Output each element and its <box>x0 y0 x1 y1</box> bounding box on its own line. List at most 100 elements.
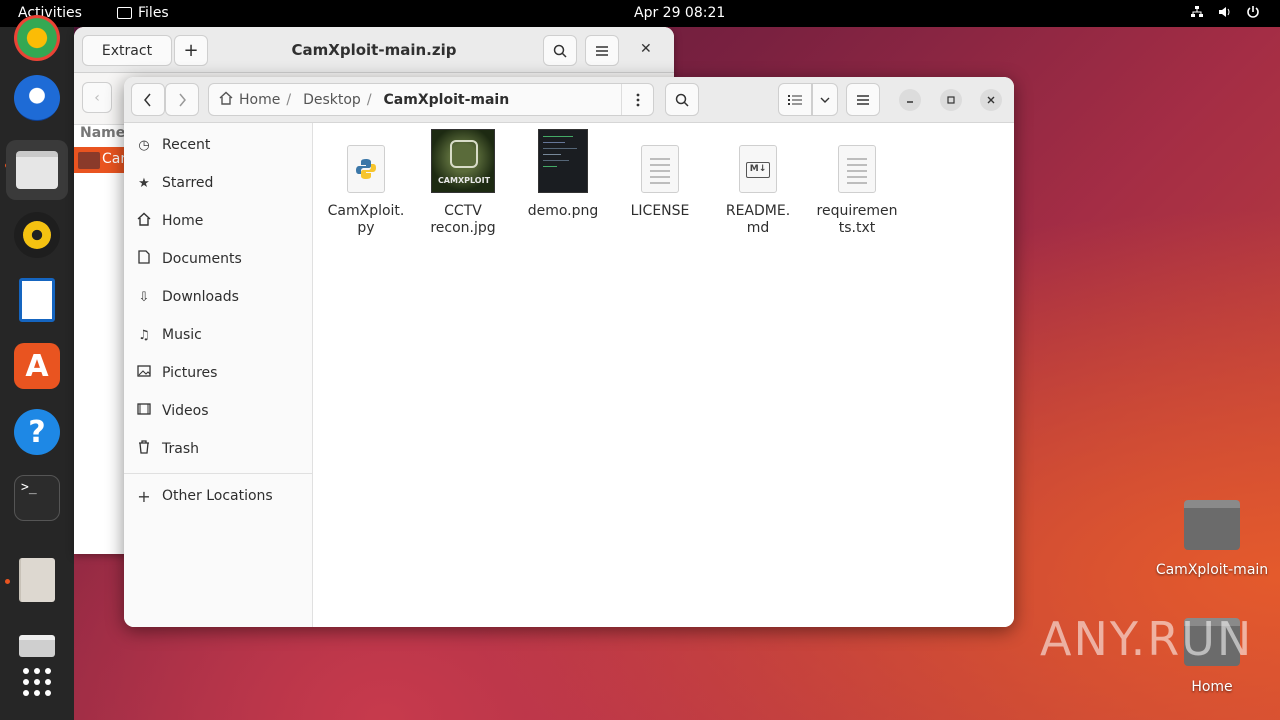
video-icon <box>136 403 152 419</box>
running-indicator <box>5 579 10 584</box>
main-menu-button[interactable] <box>846 83 880 116</box>
app-name: Files <box>138 5 169 21</box>
files-icon[interactable] <box>6 140 68 200</box>
maximize-button[interactable] <box>940 89 962 111</box>
chevron-down-icon <box>820 97 830 103</box>
power-icon <box>1246 5 1260 23</box>
top-bar: Activities Files Apr 29 08:21 <box>0 0 1280 27</box>
sidebar-item-label: Music <box>162 327 202 343</box>
markdown-file-icon: M↓ <box>739 145 777 193</box>
hamburger-icon <box>596 45 608 56</box>
star-icon: ★ <box>138 175 150 191</box>
sidebar-item-trash[interactable]: Trash <box>136 435 199 463</box>
clock[interactable]: Apr 29 08:21 <box>634 5 725 21</box>
files-window[interactable]: Home / Desktop / CamXploit-main ◷ Recent… <box>124 77 1014 627</box>
python-file-icon <box>347 145 385 193</box>
rhythmbox-icon[interactable] <box>14 212 60 258</box>
close-icon[interactable]: ✕ <box>640 41 652 57</box>
show-apps-icon[interactable] <box>14 659 60 705</box>
file-item[interactable]: LICENSE <box>617 129 703 220</box>
folder-icon <box>78 152 100 169</box>
close-icon <box>987 96 995 104</box>
dock: A ? >_ <box>0 15 74 720</box>
path-bar[interactable]: Home / Desktop / CamXploit-main <box>208 83 654 116</box>
column-header-name[interactable]: Name <box>80 125 125 141</box>
chevron-left-icon <box>144 93 151 106</box>
trash-icon <box>136 440 152 458</box>
file-item[interactable]: CAMXPLOIT CCTV recon.jpg <box>420 129 506 237</box>
close-button[interactable] <box>980 89 1002 111</box>
system-tray[interactable] <box>1190 5 1260 23</box>
watermark: ANY.RUN <box>1040 612 1254 666</box>
sidebar-item-videos[interactable]: Videos <box>136 397 209 425</box>
view-list-button[interactable] <box>778 83 812 116</box>
music-icon: ♫ <box>138 327 150 343</box>
files-header: Home / Desktop / CamXploit-main <box>124 77 1014 123</box>
breadcrumb-desktop[interactable]: Desktop <box>291 92 367 108</box>
sidebar-item-pictures[interactable]: Pictures <box>136 359 217 387</box>
back-icon[interactable]: ‹ <box>82 82 112 113</box>
sidebar-item-label: Other Locations <box>162 488 273 504</box>
sidebar-item-label: Downloads <box>162 289 239 305</box>
file-name: LICENSE <box>630 203 690 219</box>
plus-icon: + <box>137 486 151 506</box>
archive-manager-icon[interactable] <box>14 557 60 603</box>
picture-icon <box>136 365 152 381</box>
file-item[interactable]: demo.png <box>520 129 606 220</box>
text-file-icon <box>641 145 679 193</box>
file-item[interactable]: CamXploit. py <box>323 129 409 237</box>
archive-title: CamXploit-main.zip <box>291 41 457 59</box>
app-center-icon[interactable]: A <box>14 343 60 389</box>
sidebar-item-recent[interactable]: ◷ Recent <box>136 131 210 159</box>
sidebar-item-documents[interactable]: Documents <box>136 245 242 273</box>
file-item[interactable]: requiremen ts.txt <box>812 129 902 237</box>
search-button[interactable] <box>665 83 699 116</box>
sidebar-item-label: Home <box>162 213 204 229</box>
back-button[interactable] <box>131 83 165 116</box>
sidebar-item-label: Documents <box>162 251 242 267</box>
sidebar: ◷ Recent ★ Starred Home Documents ⇩ Down… <box>124 123 313 627</box>
app-menu[interactable]: Files <box>117 5 169 21</box>
volume-icon <box>1218 5 1232 23</box>
desktop-folder-camxploit[interactable]: CamXploit-main <box>1152 500 1272 578</box>
sidebar-item-label: Trash <box>162 441 199 457</box>
list-view-icon <box>788 94 802 105</box>
help-icon[interactable]: ? <box>14 409 60 455</box>
breadcrumb-current[interactable]: CamXploit-main <box>372 92 516 108</box>
search-button[interactable] <box>543 35 577 66</box>
chrome-icon[interactable] <box>14 15 60 61</box>
network-icon <box>1190 5 1204 23</box>
menu-button[interactable] <box>585 35 619 66</box>
sidebar-item-home[interactable]: Home <box>136 207 203 235</box>
desktop-icon-label: CamXploit-main <box>1155 562 1269 578</box>
view-options-button[interactable] <box>812 83 838 116</box>
sidebar-item-label: Starred <box>162 175 214 191</box>
file-name: requiremen ts.txt <box>816 203 898 236</box>
path-menu-button[interactable] <box>621 84 653 115</box>
sidebar-item-starred[interactable]: ★ Starred <box>136 169 213 197</box>
file-grid: CamXploit. py CAMXPLOIT CCTV recon.jpg d… <box>313 123 1014 627</box>
kebab-icon <box>636 93 639 106</box>
search-icon <box>553 44 567 58</box>
terminal-icon[interactable]: >_ <box>14 475 60 521</box>
download-icon: ⇩ <box>138 289 150 305</box>
file-name: CamXploit. py <box>327 203 405 236</box>
home-icon <box>209 91 233 109</box>
sidebar-item-downloads[interactable]: ⇩ Downloads <box>136 283 239 311</box>
thunderbird-icon[interactable] <box>14 75 60 121</box>
hamburger-icon <box>857 94 869 105</box>
document-icon <box>136 250 152 268</box>
sidebar-item-label: Pictures <box>162 365 218 381</box>
forward-button[interactable] <box>165 83 199 116</box>
sidebar-item-other-locations[interactable]: + Other Locations <box>136 482 273 510</box>
file-item[interactable]: M↓ README. md <box>715 129 801 237</box>
file-name: README. md <box>725 203 791 236</box>
minimize-button[interactable] <box>899 89 921 111</box>
writer-icon[interactable] <box>14 277 60 323</box>
file-name: CCTV recon.jpg <box>430 203 496 236</box>
breadcrumb-home[interactable]: Home <box>233 92 286 108</box>
folder-icon <box>1184 500 1240 550</box>
sidebar-item-label: Videos <box>162 403 209 419</box>
image-thumbnail <box>538 129 588 193</box>
sidebar-item-music[interactable]: ♫ Music <box>136 321 202 349</box>
